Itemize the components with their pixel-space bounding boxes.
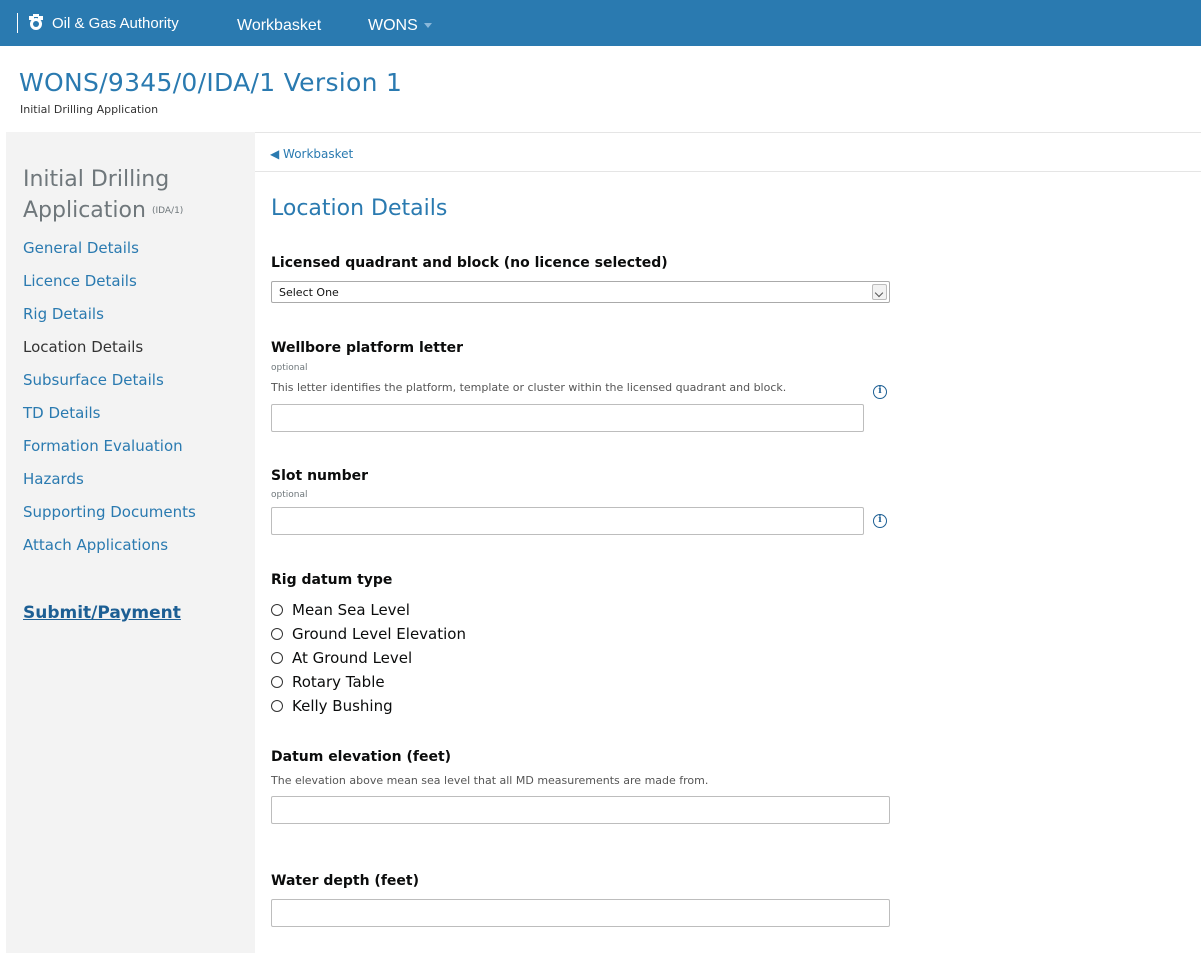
sidebar-item-formation-evaluation[interactable]: Formation Evaluation — [23, 437, 223, 456]
sidebar-heading-line1: Initial Drilling — [23, 167, 170, 192]
sidebar-item-licence-details[interactable]: Licence Details — [23, 272, 223, 291]
nav-wons[interactable]: WONS — [368, 17, 418, 35]
sidebar: Initial Drilling Application (IDA/1) Gene… — [6, 132, 255, 953]
radio-option-mean-sea-level[interactable]: Mean Sea Level — [271, 598, 466, 622]
radio-label[interactable]: Rotary Table — [292, 673, 385, 691]
sidebar-item-rig-details[interactable]: Rig Details — [23, 305, 223, 324]
water-depth-input[interactable] — [271, 899, 890, 927]
quadrant-selected-value: Select One — [279, 286, 339, 299]
slot-number-optional: optional — [271, 490, 308, 500]
quadrant-select[interactable]: Select One — [271, 281, 890, 303]
platform-letter-hint: This letter identifies the platform, tem… — [271, 381, 787, 394]
radio-option-at-ground-level[interactable]: At Ground Level — [271, 646, 466, 670]
logo-divider — [17, 13, 18, 33]
chevron-down-icon[interactable] — [872, 284, 887, 300]
back-to-workbasket-link[interactable]: ◀ Workbasket — [270, 147, 353, 161]
section-title: Location Details — [271, 196, 448, 221]
royal-crest-icon — [29, 14, 43, 30]
sidebar-heading-line2: Application — [23, 198, 146, 223]
rig-datum-label: Rig datum type — [271, 572, 393, 588]
sidebar-item-label[interactable]: Attach Applications — [23, 536, 168, 554]
sidebar-heading: Initial Drilling Application (IDA/1) — [23, 164, 183, 227]
sidebar-item-label[interactable]: Supporting Documents — [23, 503, 196, 521]
sidebar-item-attach-applications[interactable]: Attach Applications — [23, 536, 223, 555]
org-logo[interactable]: Oil & Gas Authority — [17, 13, 179, 33]
radio-label[interactable]: Mean Sea Level — [292, 601, 410, 619]
header-bar: Oil & Gas Authority Workbasket WONS — [0, 0, 1201, 46]
radio-label[interactable]: At Ground Level — [292, 649, 412, 667]
slot-number-label: Slot number — [271, 468, 369, 484]
platform-letter-optional: optional — [271, 363, 308, 373]
rig-datum-radio-group: Mean Sea Level Ground Level Elevation At… — [271, 598, 466, 718]
sidebar-item-general-details[interactable]: General Details — [23, 239, 223, 258]
radio-button[interactable] — [271, 604, 283, 616]
radio-option-ground-level-elevation[interactable]: Ground Level Elevation — [271, 622, 466, 646]
sidebar-item-hazards[interactable]: Hazards — [23, 470, 223, 489]
platform-letter-label: Wellbore platform letter — [271, 340, 464, 356]
org-name: Oil & Gas Authority — [52, 14, 179, 32]
chevron-down-icon[interactable] — [424, 23, 432, 28]
sidebar-item-td-details[interactable]: TD Details — [23, 404, 223, 423]
sidebar-item-label[interactable]: Rig Details — [23, 305, 104, 323]
sidebar-item-label[interactable]: Hazards — [23, 470, 84, 488]
radio-button[interactable] — [271, 700, 283, 712]
radio-label[interactable]: Kelly Bushing — [292, 697, 393, 715]
radio-label[interactable]: Ground Level Elevation — [292, 625, 466, 643]
breadcrumb: ◀ Workbasket — [255, 132, 1201, 172]
radio-option-rotary-table[interactable]: Rotary Table — [271, 670, 466, 694]
radio-button[interactable] — [271, 628, 283, 640]
info-icon[interactable]: i — [873, 385, 887, 399]
page-title: WONS/9345/0/IDA/1 Version 1 — [19, 68, 403, 97]
sidebar-item-label[interactable]: Licence Details — [23, 272, 137, 290]
sidebar-heading-code: (IDA/1) — [151, 205, 184, 216]
platform-letter-input[interactable] — [271, 404, 864, 432]
sidebar-item-supporting-documents[interactable]: Supporting Documents — [23, 503, 223, 522]
datum-elevation-input[interactable] — [271, 796, 890, 824]
slot-number-input[interactable] — [271, 507, 864, 535]
info-icon[interactable]: i — [873, 514, 887, 528]
sidebar-item-label[interactable]: Formation Evaluation — [23, 437, 183, 455]
sidebar-item-label[interactable]: Subsurface Details — [23, 371, 164, 389]
datum-elevation-hint: The elevation above mean sea level that … — [271, 774, 709, 787]
radio-button[interactable] — [271, 652, 283, 664]
sidebar-item-label[interactable]: TD Details — [23, 404, 100, 422]
water-depth-label: Water depth (feet) — [271, 873, 419, 889]
sidebar-item-label: Location Details — [23, 338, 144, 356]
radio-button[interactable] — [271, 676, 283, 688]
nav-workbasket[interactable]: Workbasket — [237, 17, 321, 35]
radio-option-kelly-bushing[interactable]: Kelly Bushing — [271, 694, 466, 718]
datum-elevation-label: Datum elevation (feet) — [271, 749, 452, 765]
sidebar-item-location-details: Location Details — [23, 338, 223, 357]
quadrant-label: Licensed quadrant and block (no licence … — [271, 255, 668, 271]
sidebar-item-subsurface-details[interactable]: Subsurface Details — [23, 371, 223, 390]
submit-payment-link[interactable]: Submit/Payment — [23, 603, 181, 623]
page-subtitle: Initial Drilling Application — [20, 103, 159, 116]
sidebar-nav: General Details Licence Details Rig Deta… — [23, 239, 223, 569]
sidebar-item-label[interactable]: General Details — [23, 239, 139, 257]
